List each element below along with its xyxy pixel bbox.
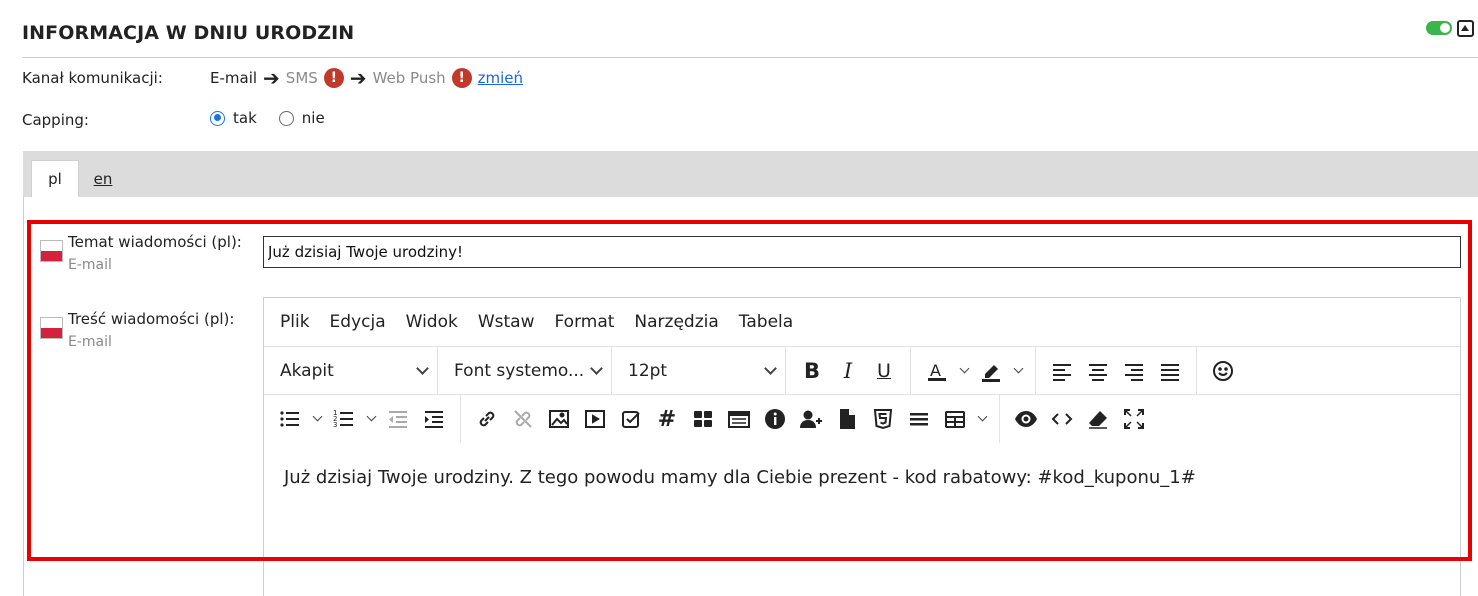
channel-email: E-mail — [210, 69, 258, 87]
capping-label: Capping: — [22, 111, 89, 129]
channel-webpush: Web Push — [372, 69, 446, 87]
channel-chain: E-mail ➔ SMS ! ➔ Web Push ! zmień — [210, 67, 523, 89]
language-tabs: pl en — [23, 151, 1478, 197]
warning-icon: ! — [323, 68, 344, 88]
title-divider — [22, 57, 1478, 58]
arrow-right-icon: ➔ — [349, 66, 367, 90]
enabled-toggle[interactable] — [1426, 21, 1452, 35]
arrow-right-icon: ➔ — [263, 66, 280, 90]
channel-label: Kanał komunikacji: — [22, 69, 163, 87]
change-channel-link[interactable]: zmień — [478, 69, 523, 87]
capping-option-label: tak — [233, 109, 257, 127]
capping-options: tak nie — [210, 109, 347, 127]
channel-sms: SMS — [285, 69, 318, 87]
capping-radio-yes[interactable] — [210, 110, 225, 126]
warning-icon: ! — [451, 68, 472, 88]
capping-option-label: nie — [301, 109, 325, 127]
tab-pl[interactable]: pl — [31, 160, 79, 197]
section-title: INFORMACJA W DNIU URODZIN — [22, 22, 355, 44]
capping-radio-no[interactable] — [278, 110, 294, 126]
highlight-box — [27, 220, 1472, 561]
collapse-icon[interactable] — [1457, 20, 1474, 37]
tab-en[interactable]: en — [83, 160, 123, 197]
